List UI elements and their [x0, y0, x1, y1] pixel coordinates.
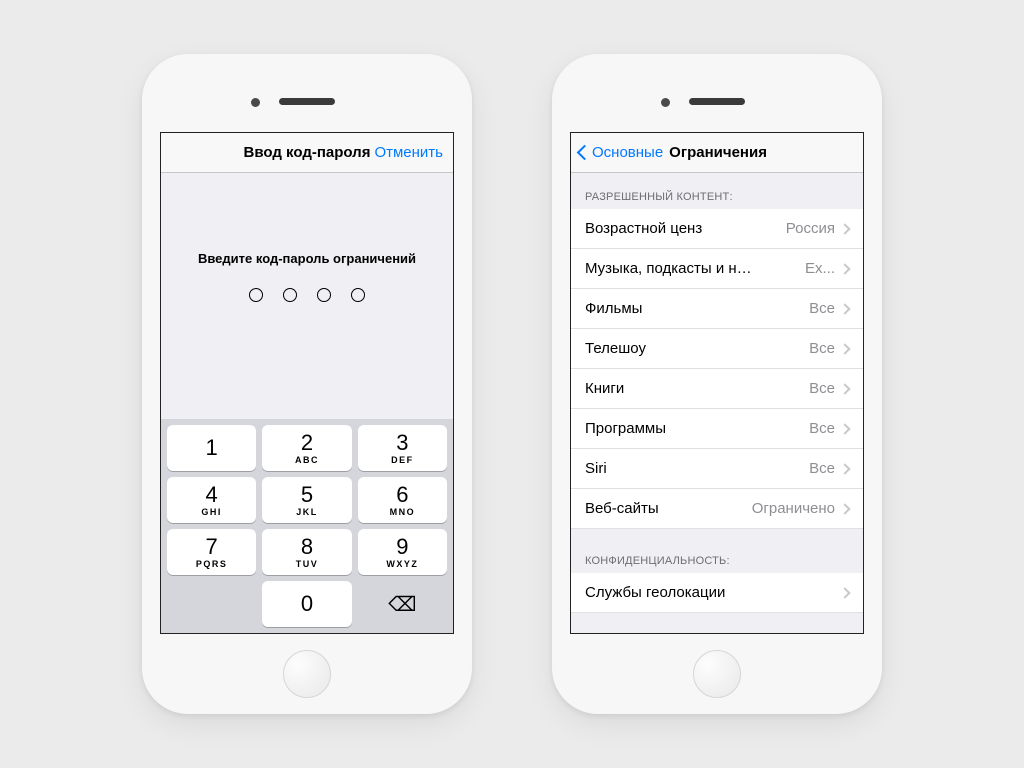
passcode-dot [317, 288, 331, 302]
phone-right: Основные Ограничения Разрешенный контент… [552, 54, 882, 714]
speaker [689, 98, 745, 105]
key-6[interactable]: 6MNO [358, 477, 447, 523]
passcode-prompt: Введите код-пароль ограничений [198, 251, 416, 266]
front-camera [251, 98, 260, 107]
row-apps[interactable]: Программы Все [571, 409, 863, 449]
row-age-rating[interactable]: Возрастной ценз Россия [571, 209, 863, 249]
key-3[interactable]: 3DEF [358, 425, 447, 471]
row-tv-shows[interactable]: Телешоу Все [571, 329, 863, 369]
cancel-button[interactable]: Отменить [374, 144, 443, 161]
passcode-dot [351, 288, 365, 302]
chevron-right-icon [839, 303, 850, 314]
chevron-right-icon [839, 383, 850, 394]
passcode-dots [249, 288, 365, 302]
chevron-right-icon [839, 223, 850, 234]
passcode-dot [283, 288, 297, 302]
key-8[interactable]: 8TUV [262, 529, 351, 575]
speaker [279, 98, 335, 105]
nav-title: Ограничения [669, 144, 767, 161]
numeric-keypad: 1 2ABC 3DEF 4GHI 5JKL 6MNO 7PQRS 8TUV 9W… [161, 419, 453, 633]
chevron-right-icon [839, 263, 850, 274]
key-5[interactable]: 5JKL [262, 477, 351, 523]
back-button[interactable]: Основные [579, 144, 663, 161]
key-blank [167, 581, 256, 627]
key-9[interactable]: 9WXYZ [358, 529, 447, 575]
passcode-dot [249, 288, 263, 302]
row-books[interactable]: Книги Все [571, 369, 863, 409]
key-2[interactable]: 2ABC [262, 425, 351, 471]
delete-key[interactable]: ⌫ [358, 581, 447, 627]
row-music-podcasts-news[interactable]: Музыка, подкасты и новости Ex... [571, 249, 863, 289]
passcode-body: Введите код-пароль ограничений [161, 173, 453, 419]
chevron-right-icon [839, 343, 850, 354]
row-websites[interactable]: Веб-сайты Ограничено [571, 489, 863, 529]
key-1[interactable]: 1 [167, 425, 256, 471]
row-movies[interactable]: Фильмы Все [571, 289, 863, 329]
back-label: Основные [592, 144, 663, 161]
chevron-right-icon [839, 503, 850, 514]
chevron-right-icon [839, 463, 850, 474]
nav-bar: Основные Ограничения [571, 133, 863, 173]
chevron-right-icon [839, 587, 850, 598]
row-location-services[interactable]: Службы геолокации [571, 573, 863, 613]
front-camera [661, 98, 670, 107]
chevron-right-icon [839, 423, 850, 434]
screen-passcode: Ввод код-пароля Отменить Введите код-пар… [160, 132, 454, 634]
home-button[interactable] [693, 650, 741, 698]
key-0[interactable]: 0 [262, 581, 351, 627]
screen-restrictions: Основные Ограничения Разрешенный контент… [570, 132, 864, 634]
row-siri[interactable]: Siri Все [571, 449, 863, 489]
settings-body[interactable]: Разрешенный контент: Возрастной ценз Рос… [571, 173, 863, 633]
chevron-left-icon [577, 145, 593, 161]
home-button[interactable] [283, 650, 331, 698]
section-header-privacy: Конфиденциальность: [571, 529, 863, 573]
section-header-allowed-content: Разрешенный контент: [571, 173, 863, 209]
phone-left: Ввод код-пароля Отменить Введите код-пар… [142, 54, 472, 714]
nav-bar: Ввод код-пароля Отменить [161, 133, 453, 173]
key-4[interactable]: 4GHI [167, 477, 256, 523]
backspace-icon: ⌫ [388, 592, 416, 617]
key-7[interactable]: 7PQRS [167, 529, 256, 575]
